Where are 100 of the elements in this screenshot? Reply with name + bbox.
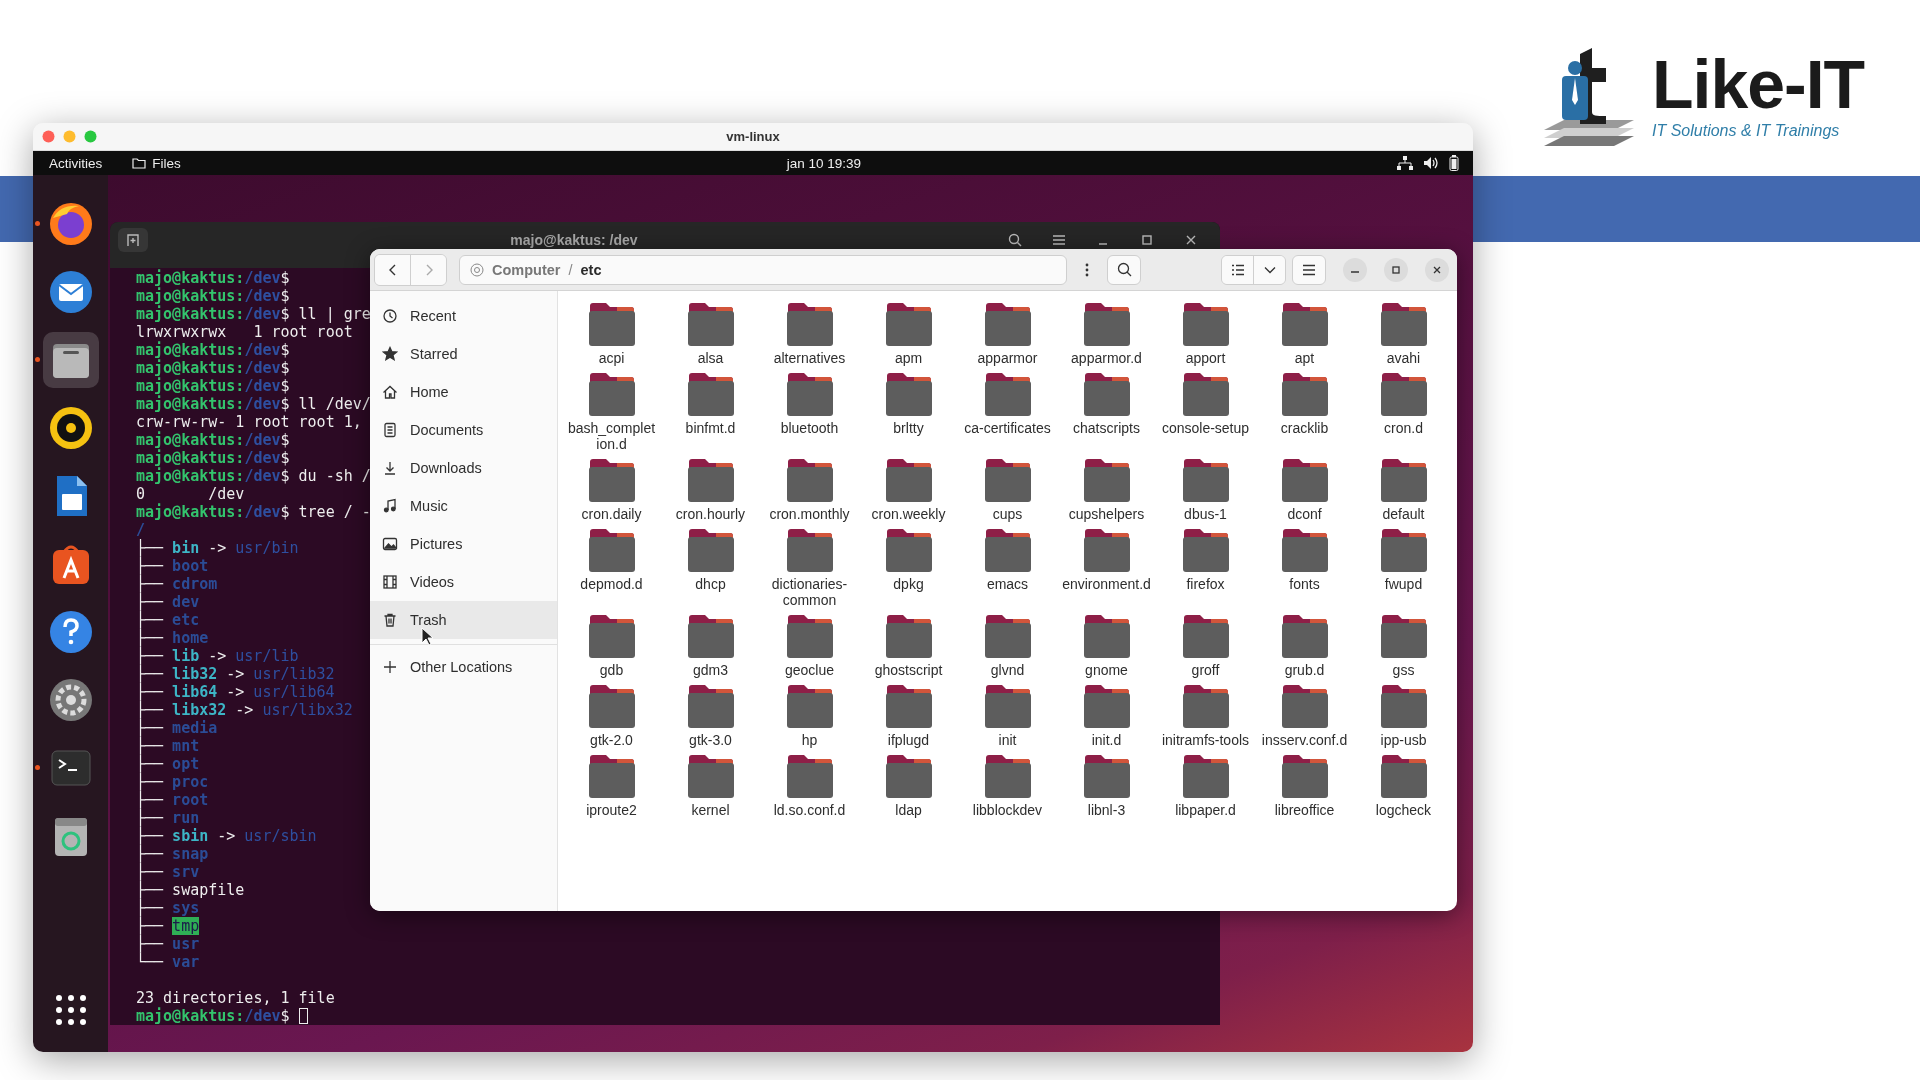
folder-icon[interactable] bbox=[982, 613, 1033, 659]
folder-name[interactable]: gtk-3.0 bbox=[689, 732, 732, 748]
folder-name[interactable]: depmod.d bbox=[580, 576, 643, 592]
folder-name[interactable]: emacs bbox=[986, 576, 1029, 592]
folder-icon[interactable] bbox=[784, 457, 835, 503]
folder-icon[interactable] bbox=[586, 301, 637, 347]
folder-name[interactable]: brltty bbox=[893, 420, 924, 436]
folder-name[interactable]: gss bbox=[1392, 662, 1415, 678]
folder-name[interactable]: dhcp bbox=[695, 576, 726, 592]
folder-icon[interactable] bbox=[586, 457, 637, 503]
list-view-button[interactable] bbox=[1222, 255, 1253, 284]
folder-icon[interactable] bbox=[1180, 371, 1231, 417]
folder-name[interactable]: libblockdev bbox=[972, 802, 1043, 818]
folder-icon[interactable] bbox=[784, 527, 835, 573]
folder-icon[interactable] bbox=[1279, 371, 1330, 417]
folder-icon[interactable] bbox=[1279, 683, 1330, 729]
folder-name[interactable]: dbus-1 bbox=[1184, 506, 1227, 522]
folder-icon[interactable] bbox=[1081, 301, 1132, 347]
folder-name[interactable]: apparmor.d bbox=[1071, 350, 1142, 366]
folder-icon[interactable] bbox=[982, 371, 1033, 417]
folder-icon[interactable] bbox=[784, 683, 835, 729]
folder-icon[interactable] bbox=[982, 683, 1033, 729]
activities-button[interactable]: Activities bbox=[41, 155, 111, 171]
folder-icon[interactable] bbox=[1081, 613, 1132, 659]
folder-icon[interactable] bbox=[1378, 613, 1429, 659]
folder-icon[interactable] bbox=[883, 527, 934, 573]
folder-icon[interactable] bbox=[685, 301, 736, 347]
folder-icon[interactable] bbox=[982, 301, 1033, 347]
folder-icon[interactable] bbox=[1081, 683, 1132, 729]
folder-name[interactable]: groff bbox=[1191, 662, 1220, 678]
folder-name[interactable]: cron.d bbox=[1384, 420, 1423, 436]
folder-name[interactable]: gnome bbox=[1085, 662, 1128, 678]
folder-icon[interactable] bbox=[1081, 371, 1132, 417]
folder-name[interactable]: apt bbox=[1294, 350, 1315, 366]
folder-name[interactable]: dconf bbox=[1287, 506, 1322, 522]
folder-name[interactable]: insserv.conf.d bbox=[1261, 732, 1348, 748]
folder-icon[interactable] bbox=[784, 753, 835, 799]
folder-name[interactable]: kernel bbox=[691, 802, 730, 818]
folder-name[interactable]: libpaper.d bbox=[1175, 802, 1236, 818]
folder-name[interactable]: ca-certificates bbox=[964, 420, 1051, 436]
sidebar-item[interactable]: Home bbox=[370, 373, 557, 411]
sidebar-item[interactable]: Videos bbox=[370, 563, 557, 601]
sidebar-item[interactable]: Other Locations bbox=[370, 648, 557, 686]
path-bar[interactable]: Computer / etc bbox=[459, 254, 1067, 285]
folder-name[interactable]: fonts bbox=[1289, 576, 1320, 592]
folder-name[interactable]: iproute2 bbox=[586, 802, 637, 818]
folder-icon[interactable] bbox=[586, 527, 637, 573]
folder-icon[interactable] bbox=[586, 371, 637, 417]
search-button[interactable] bbox=[1107, 254, 1141, 285]
folder-name[interactable]: cron.daily bbox=[581, 506, 642, 522]
folder-name[interactable]: cron.hourly bbox=[675, 506, 746, 522]
folder-icon[interactable] bbox=[883, 683, 934, 729]
folder-name[interactable]: avahi bbox=[1386, 350, 1421, 366]
folder-name[interactable]: environment.d bbox=[1062, 576, 1151, 592]
folder-name[interactable]: fwupd bbox=[1384, 576, 1423, 592]
folder-icon[interactable] bbox=[1378, 457, 1429, 503]
folder-name[interactable]: ghostscript bbox=[874, 662, 943, 678]
folder-icon[interactable] bbox=[883, 371, 934, 417]
folder-name[interactable]: gdb bbox=[599, 662, 624, 678]
folder-icon[interactable] bbox=[1279, 301, 1330, 347]
folder-name[interactable]: libnl-3 bbox=[1087, 802, 1126, 818]
folder-name[interactable]: binfmt.d bbox=[685, 420, 736, 436]
folder-icon[interactable] bbox=[883, 301, 934, 347]
folder-icon[interactable] bbox=[784, 301, 835, 347]
folder-icon[interactable] bbox=[586, 683, 637, 729]
folder-icon[interactable] bbox=[784, 613, 835, 659]
folder-icon[interactable] bbox=[982, 527, 1033, 573]
folder-name[interactable]: cupshelpers bbox=[1068, 506, 1145, 522]
breadcrumb[interactable]: etc bbox=[580, 261, 602, 278]
folder-name[interactable]: apparmor bbox=[977, 350, 1038, 366]
folder-icon[interactable] bbox=[685, 613, 736, 659]
battery-icon[interactable] bbox=[1449, 155, 1459, 171]
folder-name[interactable]: alsa bbox=[697, 350, 724, 366]
sidebar-item[interactable]: Starred bbox=[370, 335, 557, 373]
sidebar-item[interactable]: Recent bbox=[370, 297, 557, 335]
folder-icon[interactable] bbox=[1180, 457, 1231, 503]
menu-button[interactable] bbox=[1292, 254, 1326, 285]
sidebar-item[interactable]: Music bbox=[370, 487, 557, 525]
folder-name[interactable]: gtk-2.0 bbox=[590, 732, 633, 748]
folder-icon[interactable] bbox=[586, 753, 637, 799]
sidebar-item[interactable]: Downloads bbox=[370, 449, 557, 487]
folder-name[interactable]: initramfs-tools bbox=[1161, 732, 1250, 748]
folder-name[interactable]: chatscripts bbox=[1073, 420, 1140, 436]
folder-name[interactable]: grub.d bbox=[1284, 662, 1325, 678]
folder-name[interactable]: gdm3 bbox=[693, 662, 728, 678]
folder-name[interactable]: logcheck bbox=[1375, 802, 1432, 818]
folder-name[interactable]: default bbox=[1382, 506, 1425, 522]
folder-name[interactable]: acpi bbox=[598, 350, 625, 366]
sidebar-item[interactable]: Documents bbox=[370, 411, 557, 449]
folder-icon[interactable] bbox=[586, 613, 637, 659]
folder-name[interactable]: bluetooth bbox=[780, 420, 839, 436]
folder-icon[interactable] bbox=[1180, 527, 1231, 573]
folder-icon[interactable] bbox=[1279, 527, 1330, 573]
folder-name[interactable]: console-setup bbox=[1161, 420, 1250, 436]
folder-name[interactable]: cron.weekly bbox=[871, 506, 946, 522]
folder-icon[interactable] bbox=[1081, 753, 1132, 799]
folder-name[interactable]: init.d bbox=[1091, 732, 1122, 748]
folder-icon[interactable] bbox=[1378, 753, 1429, 799]
folder-icon[interactable] bbox=[883, 613, 934, 659]
folder-icon[interactable] bbox=[1378, 527, 1429, 573]
